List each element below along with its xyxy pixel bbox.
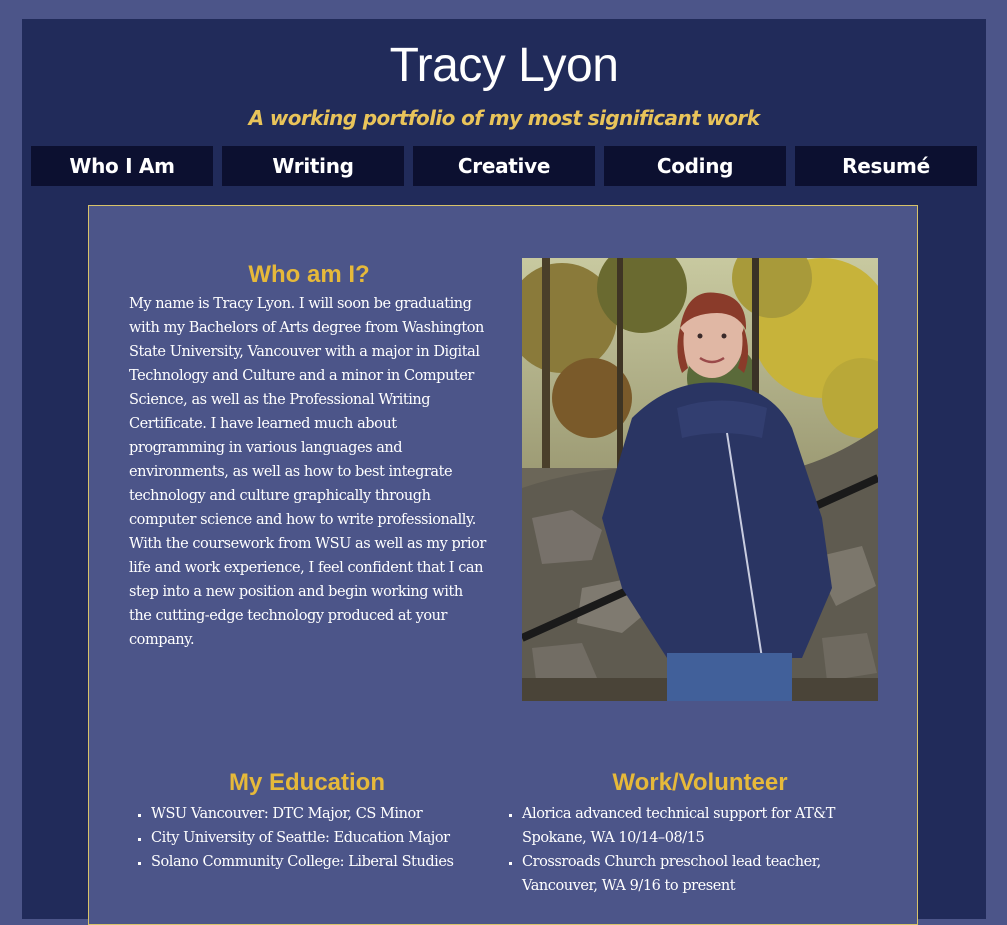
about-body: My name is Tracy Lyon. I will soon be gr… xyxy=(129,296,486,648)
content-panel: Who am I? My name is Tracy Lyon. I will … xyxy=(88,205,918,925)
nav-creative[interactable]: Creative xyxy=(413,146,595,186)
nav-resume[interactable]: Resumé xyxy=(795,146,977,186)
site-tagline: A working portfolio of my most significa… xyxy=(248,106,760,130)
about-section: Who am I? My name is Tracy Lyon. I will … xyxy=(129,260,489,652)
education-item: City University of Seattle: Education Ma… xyxy=(151,826,485,850)
nav-coding[interactable]: Coding xyxy=(604,146,786,186)
work-heading: Work/Volunteer xyxy=(612,769,788,796)
nav-writing[interactable]: Writing xyxy=(222,146,404,186)
portrait-photo xyxy=(522,258,878,701)
education-heading: My Education xyxy=(228,769,385,796)
main-nav: Who I Am Writing Creative Coding Resumé xyxy=(31,146,977,186)
education-list: WSU Vancouver: DTC Major, CS Minor City … xyxy=(129,802,485,874)
site-title: Tracy Lyon xyxy=(389,39,619,92)
education-item: Solano Community College: Liberal Studie… xyxy=(151,850,485,874)
about-heading: Who am I? xyxy=(248,261,370,288)
work-list: Alorica advanced technical support for A… xyxy=(500,802,900,898)
site-frame: Tracy Lyon A working portfolio of my mos… xyxy=(22,19,986,925)
nav-who-i-am[interactable]: Who I Am xyxy=(31,146,213,186)
education-item: WSU Vancouver: DTC Major, CS Minor xyxy=(151,802,485,826)
education-section: My Education WSU Vancouver: DTC Major, C… xyxy=(129,768,485,874)
work-item: Crossroads Church preschool lead teacher… xyxy=(522,850,900,898)
work-section: Work/Volunteer Alorica advanced technica… xyxy=(500,768,900,898)
work-item: Alorica advanced technical support for A… xyxy=(522,802,900,850)
portrait-photo-illustration xyxy=(522,258,878,701)
